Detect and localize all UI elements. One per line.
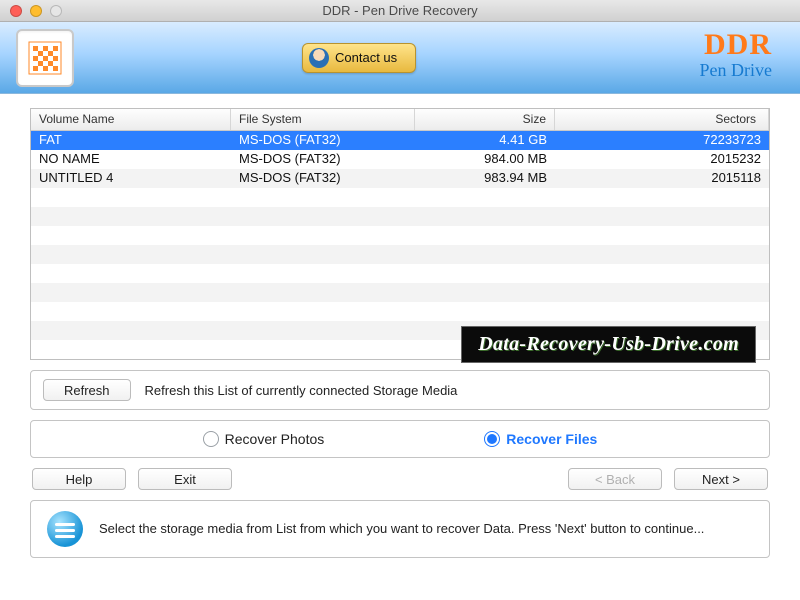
table-row[interactable]: FATMS-DOS (FAT32)4.41 GB72233723 bbox=[31, 131, 769, 150]
table-row[interactable]: UNTITLED 4MS-DOS (FAT32)983.94 MB2015118 bbox=[31, 169, 769, 188]
back-button: < Back bbox=[568, 468, 662, 490]
cell-size: 984.00 MB bbox=[415, 150, 555, 169]
person-icon bbox=[309, 48, 329, 68]
cell-filesystem: MS-DOS (FAT32) bbox=[231, 131, 415, 150]
recover-files-radio[interactable]: Recover Files bbox=[484, 431, 597, 447]
cell-sectors: 2015232 bbox=[555, 150, 769, 169]
refresh-hint: Refresh this List of currently connected… bbox=[145, 383, 458, 398]
cell-size: 983.94 MB bbox=[415, 169, 555, 188]
brand: DDR Pen Drive bbox=[700, 28, 772, 81]
table-body: FATMS-DOS (FAT32)4.41 GB72233723NO NAMEM… bbox=[31, 131, 769, 359]
cell-volume: FAT bbox=[31, 131, 231, 150]
logo-icon bbox=[27, 40, 63, 76]
table-header: Volume Name File System Size Sectors bbox=[31, 109, 769, 131]
col-sectors[interactable]: Sectors bbox=[555, 109, 769, 130]
spacer bbox=[244, 468, 556, 490]
exit-button[interactable]: Exit bbox=[138, 468, 232, 490]
cell-volume: NO NAME bbox=[31, 150, 231, 169]
col-size[interactable]: Size bbox=[415, 109, 555, 130]
col-filesystem[interactable]: File System bbox=[231, 109, 415, 130]
watermark: Data-Recovery-Usb-Drive.com bbox=[461, 326, 756, 363]
recover-photos-radio[interactable]: Recover Photos bbox=[203, 431, 325, 447]
cell-size: 4.41 GB bbox=[415, 131, 555, 150]
hint-text: Select the storage media from List from … bbox=[99, 520, 704, 538]
window-title: DDR - Pen Drive Recovery bbox=[0, 3, 800, 18]
radio-label: Recover Photos bbox=[225, 431, 325, 447]
radio-label: Recover Files bbox=[506, 431, 597, 447]
app-logo bbox=[16, 29, 74, 87]
hint-panel: Select the storage media from List from … bbox=[30, 500, 770, 558]
table-row bbox=[31, 302, 769, 321]
contact-label: Contact us bbox=[335, 50, 397, 65]
cell-filesystem: MS-DOS (FAT32) bbox=[231, 169, 415, 188]
table-row[interactable]: NO NAMEMS-DOS (FAT32)984.00 MB2015232 bbox=[31, 150, 769, 169]
recover-mode-panel: Recover Photos Recover Files bbox=[30, 420, 770, 458]
refresh-button[interactable]: Refresh bbox=[43, 379, 131, 401]
header: Contact us DDR Pen Drive bbox=[0, 22, 800, 94]
cell-filesystem: MS-DOS (FAT32) bbox=[231, 150, 415, 169]
col-volume[interactable]: Volume Name bbox=[31, 109, 231, 130]
table-row bbox=[31, 264, 769, 283]
radio-icon bbox=[484, 431, 500, 447]
contact-us-button[interactable]: Contact us bbox=[302, 43, 416, 73]
brand-subtitle: Pen Drive bbox=[700, 60, 772, 81]
help-button[interactable]: Help bbox=[32, 468, 126, 490]
volumes-table[interactable]: Volume Name File System Size Sectors FAT… bbox=[30, 108, 770, 360]
nav-buttons: Help Exit < Back Next > bbox=[30, 468, 770, 490]
refresh-panel: Refresh Refresh this List of currently c… bbox=[30, 370, 770, 410]
cell-sectors: 2015118 bbox=[555, 169, 769, 188]
table-row bbox=[31, 226, 769, 245]
table-row bbox=[31, 188, 769, 207]
brand-title: DDR bbox=[700, 28, 772, 62]
speech-bubble-icon bbox=[47, 511, 83, 547]
table-row bbox=[31, 245, 769, 264]
table-row bbox=[31, 283, 769, 302]
table-row bbox=[31, 207, 769, 226]
radio-icon bbox=[203, 431, 219, 447]
cell-volume: UNTITLED 4 bbox=[31, 169, 231, 188]
titlebar: DDR - Pen Drive Recovery bbox=[0, 0, 800, 22]
next-button[interactable]: Next > bbox=[674, 468, 768, 490]
cell-sectors: 72233723 bbox=[555, 131, 769, 150]
